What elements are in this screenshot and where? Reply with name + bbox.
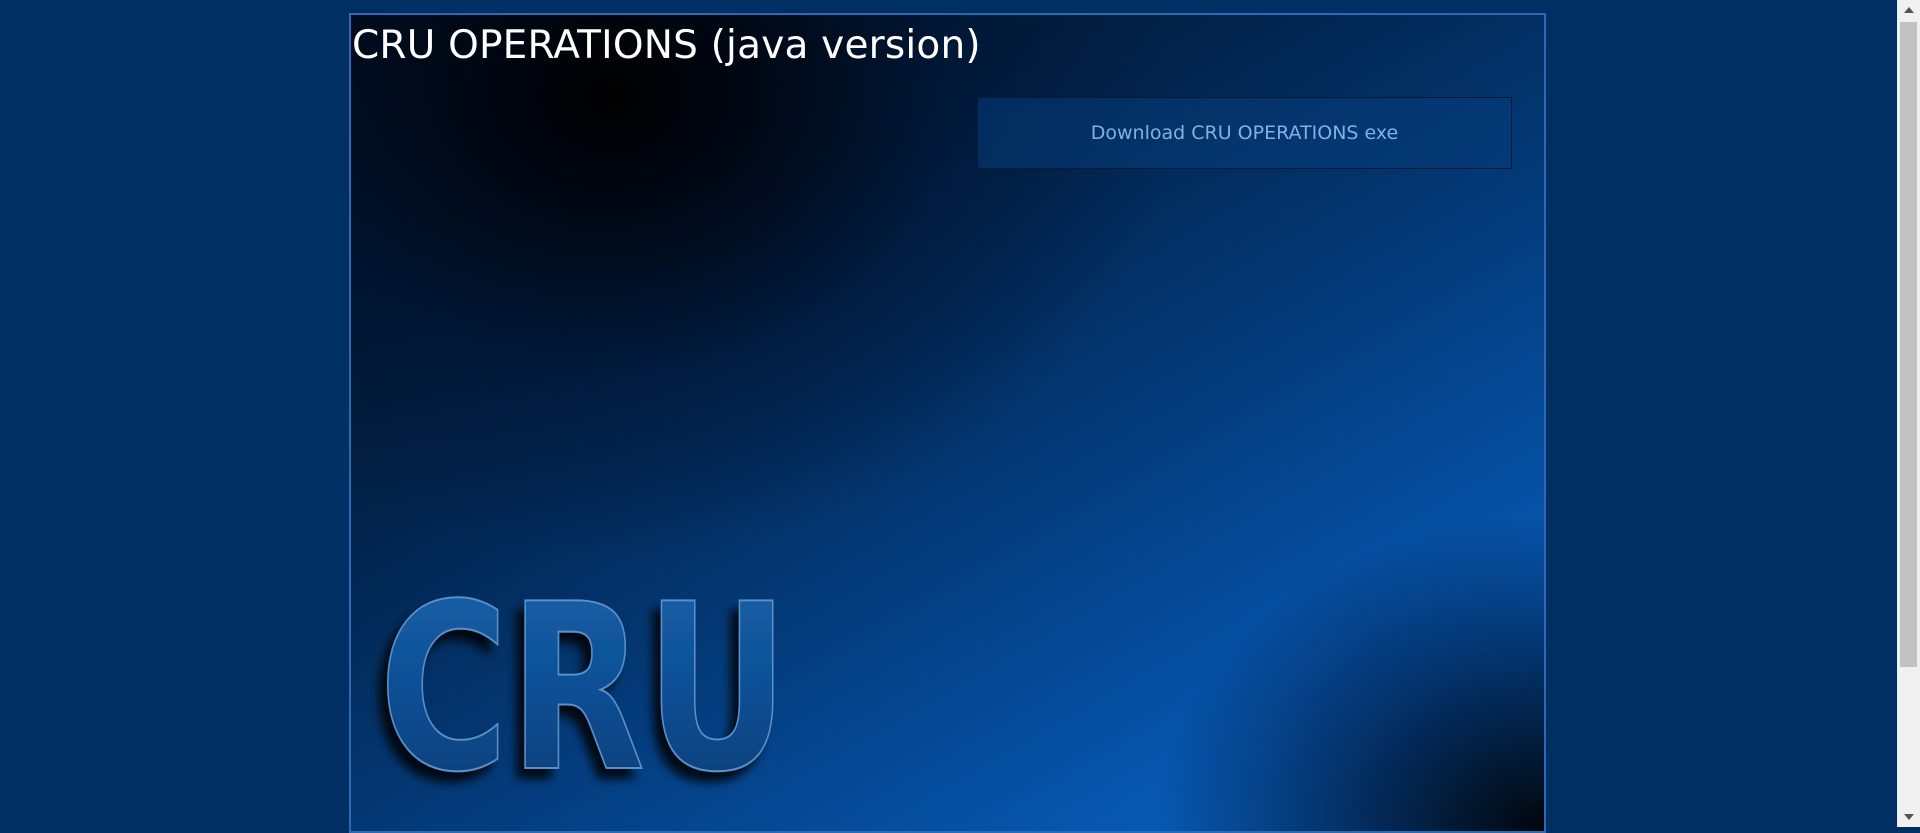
download-exe-button[interactable]: Download CRU OPERATIONS exe [977,97,1512,169]
download-exe-label: Download CRU OPERATIONS exe [1090,122,1399,144]
page-title: CRU OPERATIONS (java version) [352,23,981,68]
vertical-scrollbar[interactable] [1897,0,1920,827]
scrollbar-thumb[interactable] [1900,22,1917,667]
scroll-down-arrow-icon[interactable] [1897,807,1920,827]
cru-logo-text: CRU [379,570,789,810]
cru-logo: CRU [378,570,790,810]
page-viewport: CRU OPERATIONS (java version) Download C… [0,0,1897,833]
java-applet-panel: CRU OPERATIONS (java version) Download C… [349,13,1546,833]
scroll-up-arrow-icon[interactable] [1897,0,1920,20]
